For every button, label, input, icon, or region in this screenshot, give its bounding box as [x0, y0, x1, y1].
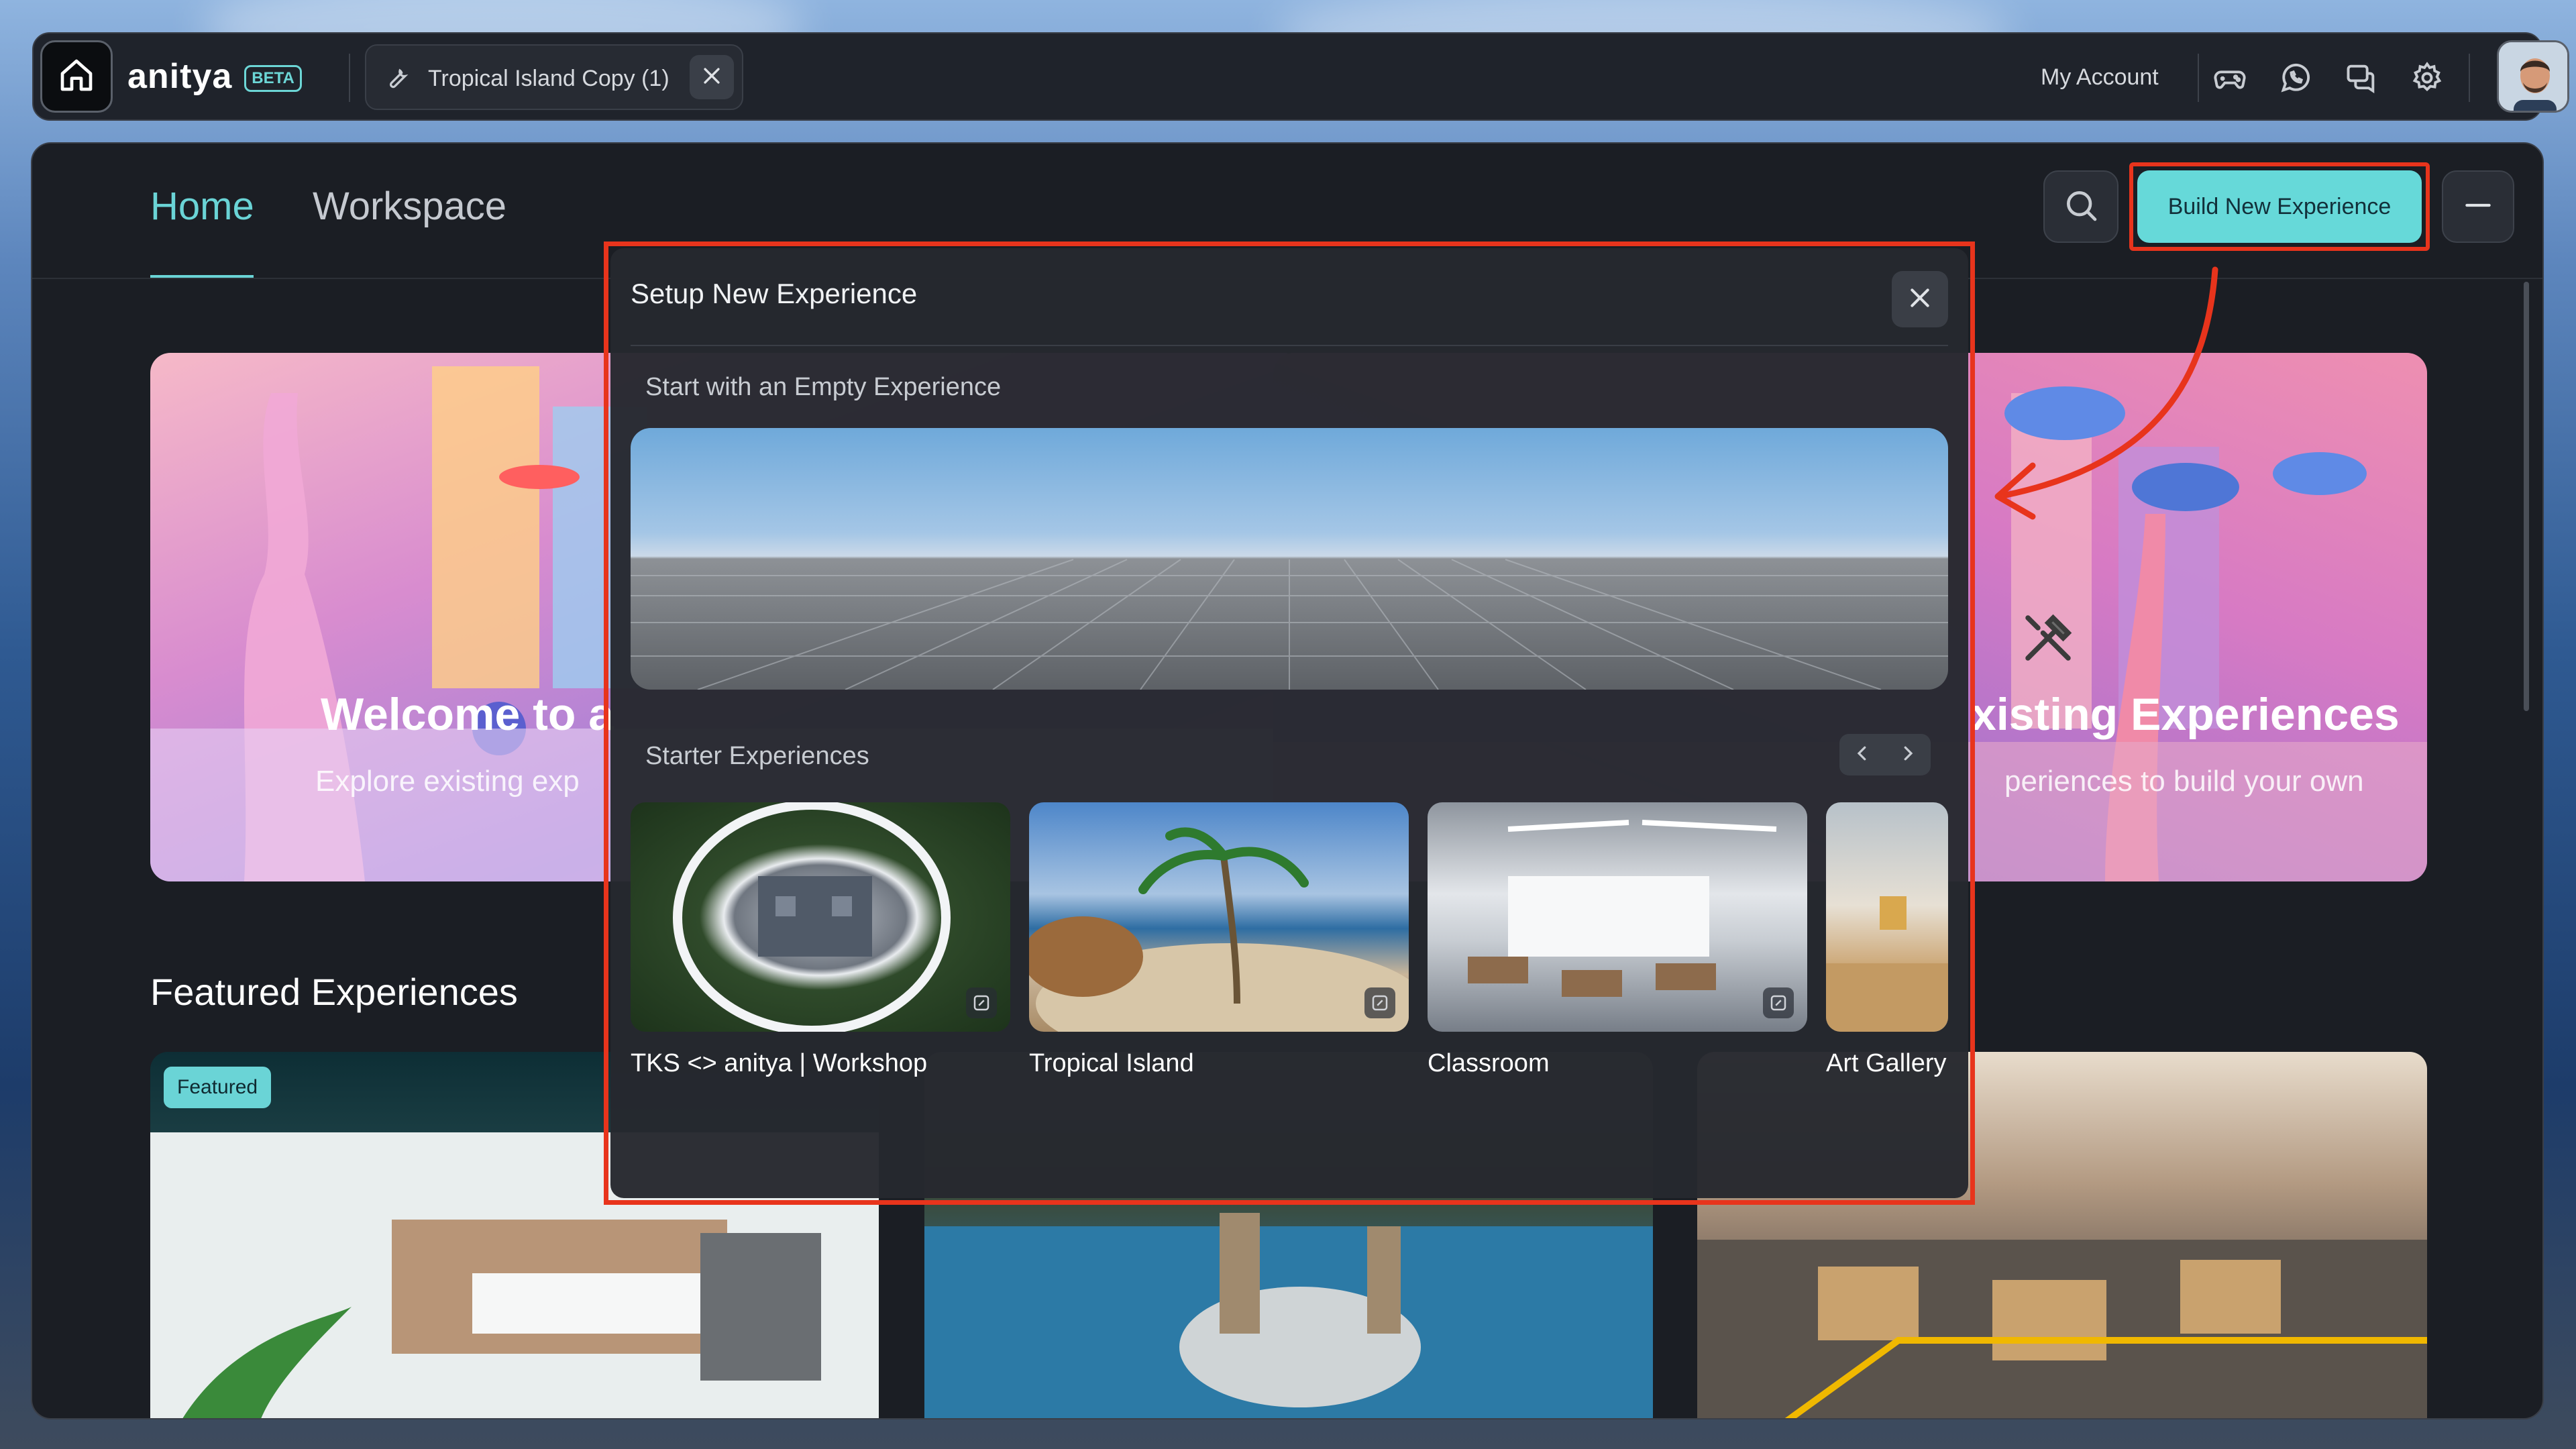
- dialog-highlight: [604, 241, 1975, 1205]
- tab-workspace[interactable]: Workspace: [313, 184, 506, 229]
- close-tab-button[interactable]: [690, 55, 734, 99]
- divider: [2198, 54, 2199, 102]
- brand-name: anitya: [127, 57, 233, 96]
- home-button[interactable]: [40, 40, 113, 113]
- open-project-tab[interactable]: Tropical Island Copy (1): [365, 44, 743, 110]
- featured-badge: Featured: [164, 1067, 272, 1108]
- featured-heading: Featured Experiences: [150, 971, 518, 1013]
- top-bar: anitya BETA Tropical Island Copy (1) My …: [32, 32, 2569, 121]
- menu-button[interactable]: [2442, 170, 2514, 243]
- divider: [2469, 54, 2470, 102]
- tab-home[interactable]: Home: [150, 184, 254, 229]
- hero-right-title: xisting Experiences: [1971, 689, 2400, 740]
- whatsapp-icon[interactable]: [2277, 59, 2314, 97]
- divider: [349, 54, 350, 102]
- active-tab-indicator: [150, 275, 254, 278]
- settings-icon[interactable]: [2408, 59, 2446, 97]
- build-new-experience-button[interactable]: Build New Experience: [2137, 170, 2422, 243]
- home-icon: [58, 56, 95, 97]
- minus-icon: [2461, 189, 2495, 225]
- search-icon: [2062, 186, 2100, 227]
- wrench-icon: [384, 64, 411, 95]
- search-button[interactable]: [2043, 170, 2118, 243]
- gamepad-icon[interactable]: [2211, 59, 2249, 97]
- my-account-link[interactable]: My Account: [2041, 64, 2159, 91]
- hero-right-subtitle: periences to build your own: [2004, 765, 2364, 798]
- hero-left-title: Welcome to a: [321, 689, 614, 740]
- close-icon: [700, 64, 723, 91]
- beta-badge: BETA: [244, 65, 302, 92]
- hero-left-subtitle: Explore existing exp: [315, 765, 580, 798]
- tools-icon: [2018, 608, 2078, 672]
- chat-icon[interactable]: [2343, 59, 2380, 97]
- avatar[interactable]: [2497, 40, 2569, 113]
- open-project-tab-label: Tropical Island Copy (1): [428, 66, 669, 91]
- brand-logo: anitya BETA: [127, 56, 302, 97]
- scrollbar[interactable]: [2524, 282, 2529, 711]
